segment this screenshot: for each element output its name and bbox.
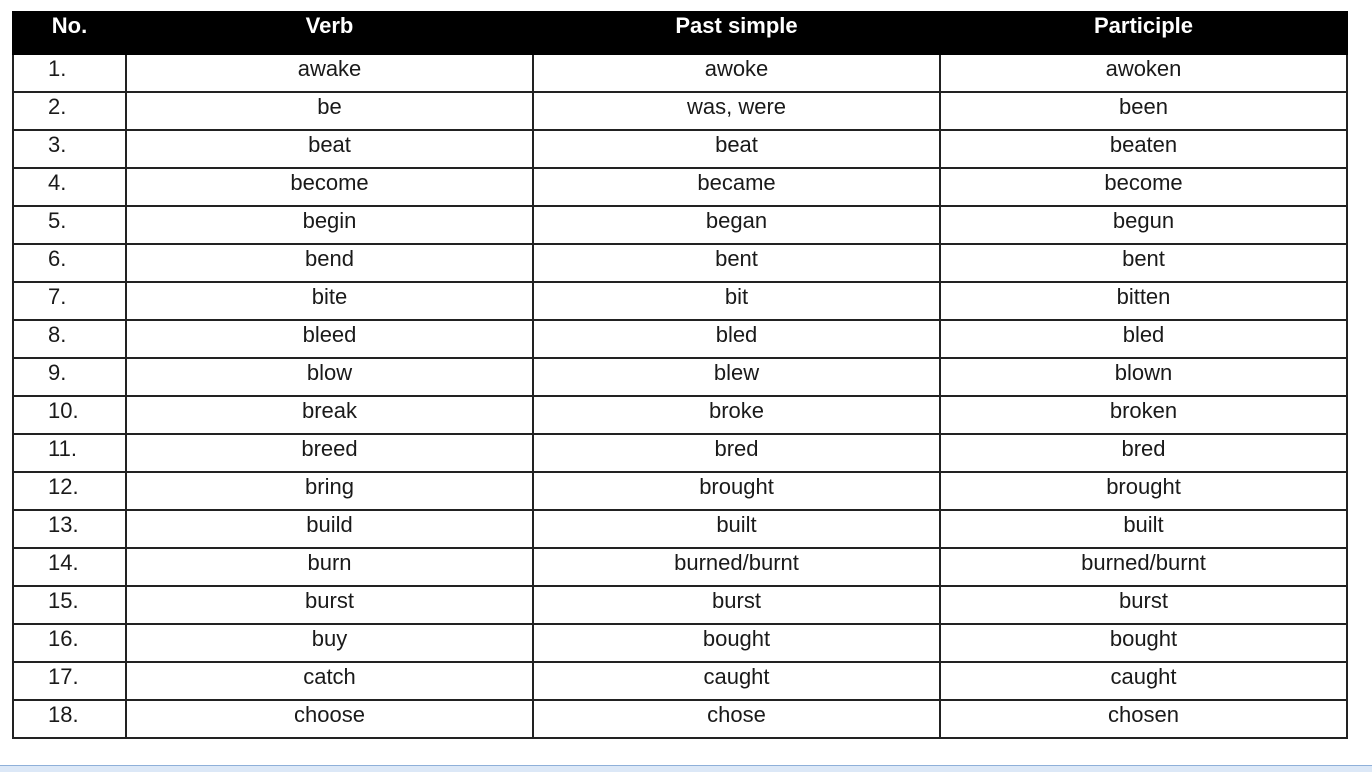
participle-cell: bled <box>939 319 1348 359</box>
verb-cell: burn <box>125 547 534 587</box>
table-row: 17. catch caught caught <box>12 661 1348 701</box>
row-number: 2. <box>12 91 127 131</box>
past-simple-cell: bent <box>532 243 941 283</box>
header-verb: Verb <box>125 11 534 55</box>
verb-cell: become <box>125 167 534 207</box>
row-number: 15. <box>12 585 127 625</box>
irregular-verbs-table: No. Verb Past simple Participle 1. awake a… <box>12 11 1348 739</box>
table-row: 1. awake awoke awoken <box>12 53 1348 93</box>
past-simple-cell: caught <box>532 661 941 701</box>
participle-cell: become <box>939 167 1348 207</box>
participle-cell: brought <box>939 471 1348 511</box>
verb-cell: begin <box>125 205 534 245</box>
table-row: 13. build built built <box>12 509 1348 549</box>
past-simple-cell: burst <box>532 585 941 625</box>
row-number: 13. <box>12 509 127 549</box>
verb-cell: beat <box>125 129 534 169</box>
row-number: 8. <box>12 319 127 359</box>
table-row: 16. buy bought bought <box>12 623 1348 663</box>
table-row: 2. be was, were been <box>12 91 1348 131</box>
table-row: 4. become became become <box>12 167 1348 207</box>
table-row: 5. begin began begun <box>12 205 1348 245</box>
row-number: 14. <box>12 547 127 587</box>
participle-cell: begun <box>939 205 1348 245</box>
verb-cell: break <box>125 395 534 435</box>
verb-cell: bend <box>125 243 534 283</box>
table-row: 3. beat beat beaten <box>12 129 1348 169</box>
participle-cell: blown <box>939 357 1348 397</box>
past-simple-cell: bled <box>532 319 941 359</box>
header-row: No. Verb Past simple Participle <box>12 11 1348 55</box>
header-past-simple: Past simple <box>532 11 941 55</box>
document-page: No. Verb Past simple Participle 1. awake a… <box>0 0 1372 772</box>
participle-cell: bent <box>939 243 1348 283</box>
table-row: 14. burn burned/burnt burned/burnt <box>12 547 1348 587</box>
table-row: 11. breed bred bred <box>12 433 1348 473</box>
row-number: 10. <box>12 395 127 435</box>
row-number: 1. <box>12 53 127 93</box>
verb-cell: be <box>125 91 534 131</box>
past-simple-cell: was, were <box>532 91 941 131</box>
verb-cell: catch <box>125 661 534 701</box>
row-number: 12. <box>12 471 127 511</box>
past-simple-cell: bred <box>532 433 941 473</box>
verb-cell: buy <box>125 623 534 663</box>
verb-cell: burst <box>125 585 534 625</box>
row-number: 3. <box>12 129 127 169</box>
participle-cell: chosen <box>939 699 1348 739</box>
verb-cell: breed <box>125 433 534 473</box>
participle-cell: bought <box>939 623 1348 663</box>
verb-cell: choose <box>125 699 534 739</box>
verb-cell: bring <box>125 471 534 511</box>
verb-cell: awake <box>125 53 534 93</box>
past-simple-cell: built <box>532 509 941 549</box>
header-participle: Participle <box>939 11 1348 55</box>
row-number: 4. <box>12 167 127 207</box>
past-simple-cell: awoke <box>532 53 941 93</box>
verb-cell: bleed <box>125 319 534 359</box>
participle-cell: burned/burnt <box>939 547 1348 587</box>
row-number: 5. <box>12 205 127 245</box>
row-number: 9. <box>12 357 127 397</box>
row-number: 16. <box>12 623 127 663</box>
past-simple-cell: began <box>532 205 941 245</box>
table-header: No. Verb Past simple Participle <box>12 11 1348 55</box>
past-simple-cell: beat <box>532 129 941 169</box>
row-number: 17. <box>12 661 127 701</box>
participle-cell: awoken <box>939 53 1348 93</box>
table-row: 12. bring brought brought <box>12 471 1348 511</box>
participle-cell: burst <box>939 585 1348 625</box>
past-simple-cell: blew <box>532 357 941 397</box>
row-number: 7. <box>12 281 127 321</box>
table-body: 1. awake awoke awoken 2. be was, were been 3. bea… <box>12 53 1348 739</box>
row-number: 18. <box>12 699 127 739</box>
table-row: 7. bite bit bitten <box>12 281 1348 321</box>
table-row: 15. burst burst burst <box>12 585 1348 625</box>
verb-cell: build <box>125 509 534 549</box>
participle-cell: bitten <box>939 281 1348 321</box>
participle-cell: broken <box>939 395 1348 435</box>
participle-cell: built <box>939 509 1348 549</box>
past-simple-cell: broke <box>532 395 941 435</box>
past-simple-cell: brought <box>532 471 941 511</box>
row-number: 6. <box>12 243 127 283</box>
row-number: 11. <box>12 433 127 473</box>
past-simple-cell: bit <box>532 281 941 321</box>
participle-cell: caught <box>939 661 1348 701</box>
participle-cell: beaten <box>939 129 1348 169</box>
past-simple-cell: became <box>532 167 941 207</box>
participle-cell: bred <box>939 433 1348 473</box>
verb-cell: blow <box>125 357 534 397</box>
past-simple-cell: chose <box>532 699 941 739</box>
participle-cell: been <box>939 91 1348 131</box>
past-simple-cell: burned/burnt <box>532 547 941 587</box>
table-row: 9. blow blew blown <box>12 357 1348 397</box>
table-row: 8. bleed bled bled <box>12 319 1348 359</box>
header-no: No. <box>12 11 127 55</box>
table-row: 18. choose chose chosen <box>12 699 1348 739</box>
table-row: 6. bend bent bent <box>12 243 1348 283</box>
verb-cell: bite <box>125 281 534 321</box>
table-row: 10. break broke broken <box>12 395 1348 435</box>
past-simple-cell: bought <box>532 623 941 663</box>
